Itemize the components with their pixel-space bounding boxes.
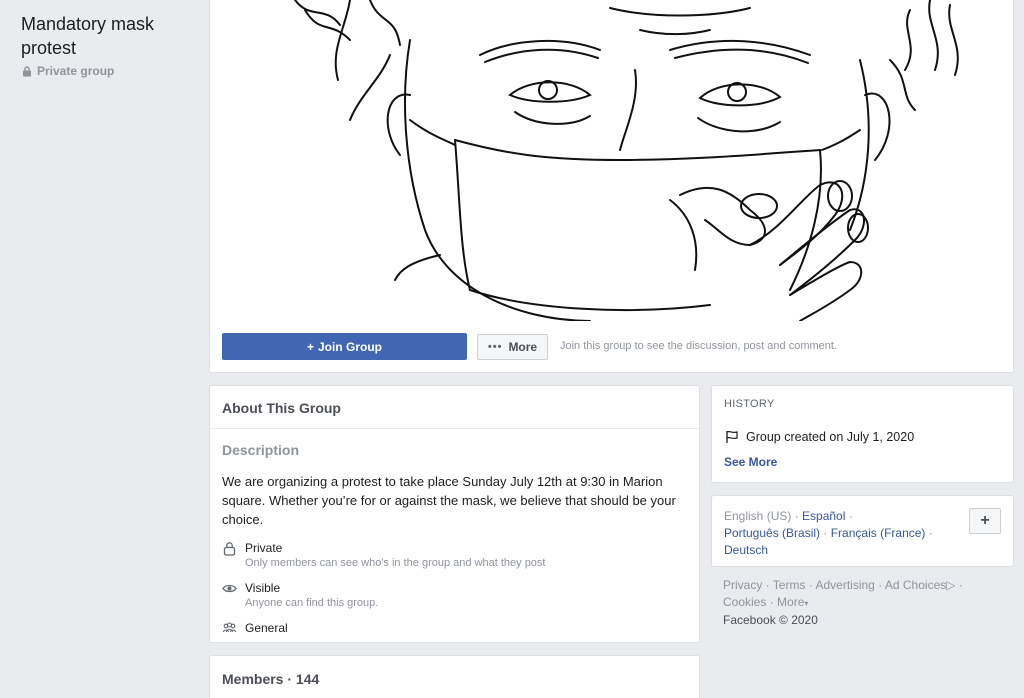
info-row-private: Private Only members can see who's in th… [222,540,546,571]
language-card: English (US) · Español · Português (Bras… [711,495,1014,567]
copyright: Facebook © 2020 [723,613,818,627]
history-card: HISTORY Group created on July 1, 2020 Se… [711,385,1014,483]
language-link[interactable]: Français (France) [831,526,926,540]
footer-link-privacy[interactable]: Privacy [723,578,762,592]
join-hint-text: Join this group to see the discussion, p… [560,340,837,352]
language-link[interactable]: Español [802,509,845,523]
info-subtitle: Anyone can find this group. [245,597,379,609]
group-privacy-label: Private group [37,64,115,78]
lock-icon [23,65,31,76]
plus-icon: + [306,339,314,354]
info-row-visible: Visible Anyone can find this group. [222,580,378,611]
description-label: Description [222,442,300,458]
add-language-button[interactable]: + [969,508,1001,534]
history-row: Group created on July 1, 2020 [724,429,914,445]
footer: Privacy · Terms · Advertising · Ad Choic… [723,578,963,627]
members-card: Members · 144 [209,655,700,698]
info-subtitle: Only members can see who's in the group … [245,557,546,569]
info-row-general: General [222,620,288,636]
description-text: We are organizing a protest to take plac… [222,474,676,527]
more-button[interactable]: ••• More [477,334,548,360]
footer-link-ad-choices[interactable]: Ad Choices [885,578,946,592]
footer-link-advertising[interactable]: Advertising [815,578,874,592]
about-title: About This Group [210,386,699,429]
join-group-label: Join Group [318,339,382,354]
history-created: Group created on July 1, 2020 [746,430,915,444]
group-name: Mandatory mask protest [21,14,155,58]
more-label: More [508,340,538,354]
footer-link-terms[interactable]: Terms [773,578,806,592]
ad-choices-icon: ▷ [946,578,956,592]
language-link[interactable]: Deutsch [724,543,768,557]
language-list: English (US) · Español · Português (Bras… [724,509,933,557]
footer-link-cookies[interactable]: Cookies [723,595,766,609]
cover-card: + Join Group ••• More Join this group to… [209,0,1014,373]
left-sidebar: Mandatory mask protest Private group [0,0,209,698]
eye-icon [222,584,237,593]
join-group-button[interactable]: + Join Group [222,333,467,360]
language-current: English (US) [724,509,792,523]
ellipsis-icon: ••• [487,341,503,353]
caret-down-icon: ▾ [804,599,809,608]
info-title: Private [245,541,283,555]
group-privacy: Private group [22,64,114,78]
lock-icon [223,542,236,556]
info-title: Visible [245,581,281,595]
masked-face-illustration [294,0,959,321]
about-group-card: About This Group Description We are orga… [209,385,700,643]
members-title[interactable]: Members · 144 [210,656,699,698]
language-link[interactable]: Português (Brasil) [724,526,820,540]
people-icon [222,622,237,633]
footer-link-more[interactable]: More [777,595,804,609]
cover-photo[interactable] [210,0,1013,321]
info-title: General [245,621,288,635]
history-heading: HISTORY [724,398,775,410]
flag-icon [726,430,738,443]
see-more-link[interactable]: See More [724,455,777,469]
